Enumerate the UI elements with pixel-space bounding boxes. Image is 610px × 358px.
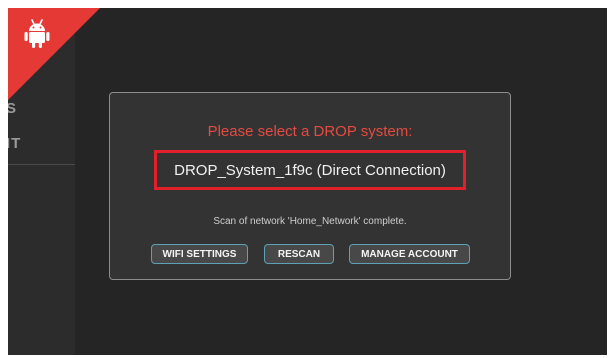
sidebar-divider xyxy=(8,164,75,165)
sidebar-partial-label[interactable]: IT xyxy=(8,135,21,152)
sidebar-partial-label[interactable]: S xyxy=(8,100,17,117)
system-option-drop-system-1f9c[interactable]: DROP_System_1f9c (Direct Connection) xyxy=(154,150,466,190)
app-screen: S IT Please select a DROP system: DROP_S… xyxy=(8,8,607,355)
wifi-settings-button[interactable]: WIFI SETTINGS xyxy=(151,244,248,264)
manage-account-button[interactable]: MANAGE ACCOUNT xyxy=(349,244,470,264)
select-system-dialog: Please select a DROP system: DROP_System… xyxy=(109,92,511,280)
rescan-button[interactable]: RESCAN xyxy=(264,244,334,264)
android-icon xyxy=(24,19,50,48)
dialog-title: Please select a DROP system: xyxy=(207,123,413,140)
scan-status-text: Scan of network 'Home_Network' complete. xyxy=(213,216,407,227)
